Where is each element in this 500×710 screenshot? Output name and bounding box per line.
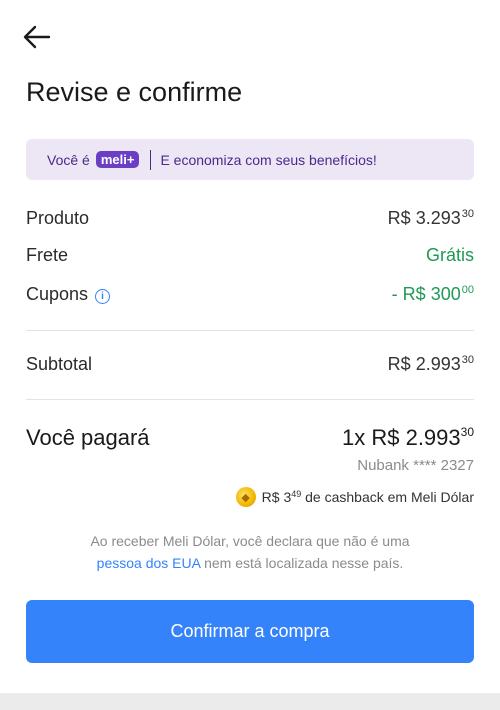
cashback-amount: R$ 349 [261,489,302,505]
subtotal-label: Subtotal [26,354,93,374]
banner-separator [150,149,152,170]
page-title: Revise e confirme [26,77,243,107]
banner-prefix: Você é [47,151,90,168]
payment-card-info: Nubank **** 2327 [357,457,474,474]
cashback-text: de cashback em Meli Dólar [305,489,474,505]
frete-row: Frete Grátis [26,245,474,266]
info-icon[interactable]: i [95,289,111,304]
total-label: Você pagará [26,425,150,450]
subtotal-amount: R$ 2.99330 [387,354,474,374]
checkout-card: Revise e confirme Você é meli+ E economi… [0,0,500,693]
subtotal-row: Subtotal R$ 2.99330 [26,354,474,375]
produto-amount: R$ 3.29330 [387,208,474,228]
meli-dolar-coin-icon: ◆ [235,487,256,507]
frete-label: Frete [26,245,69,265]
total-row: Você pagará 1x R$ 2.99330 [26,425,474,451]
meli-dolar-disclaimer: Ao receber Meli Dólar, você declara que … [90,533,410,571]
divider [26,399,474,400]
cupons-amount: - R$ 30000 [391,284,474,304]
cupons-label: Cupons i [26,284,111,305]
banner-text: E economiza com seus benefícios! [160,151,377,168]
cupons-row: Cupons i - R$ 30000 [26,284,474,305]
total-amount: 1x R$ 2.99330 [341,425,474,450]
divider [26,330,474,331]
frete-value: Grátis [425,245,474,265]
us-person-link[interactable]: pessoa dos EUA [97,555,201,571]
produto-label: Produto [26,208,90,228]
cashback-info: ◆ R$ 349 de cashback em Meli Dólar [235,487,474,507]
produto-row: Produto R$ 3.29330 [26,208,474,229]
confirm-purchase-button[interactable]: Confirmar a compra [26,600,474,663]
meli-plus-logo: meli+ [95,151,140,168]
meli-plus-banner: Você é meli+ E economiza com seus benefí… [26,139,474,180]
back-arrow-icon[interactable] [22,22,52,52]
